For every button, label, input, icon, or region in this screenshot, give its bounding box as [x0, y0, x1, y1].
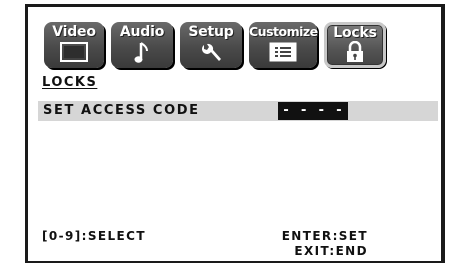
tab-customize[interactable]: Customize — [249, 22, 318, 68]
menu-screen: Video Audio Setup Customize Locks LOCKS … — [25, 4, 445, 263]
set-access-code-label: SET ACCESS CODE — [43, 103, 200, 118]
help-keys: ENTER:SET EXIT:END — [248, 229, 368, 259]
wrench-icon — [199, 42, 223, 68]
tab-locks[interactable]: Locks — [324, 22, 386, 68]
tab-video[interactable]: Video — [44, 22, 104, 68]
tab-audio[interactable]: Audio — [111, 22, 173, 68]
page-title: LOCKS — [42, 75, 98, 90]
music-note-icon — [134, 41, 150, 69]
list-icon — [269, 42, 297, 66]
tab-customize-label: Customize — [249, 24, 318, 39]
tab-audio-label: Audio — [119, 24, 165, 40]
help-select: [0-9]:SELECT — [42, 229, 146, 243]
tab-locks-label: Locks — [333, 25, 377, 41]
access-code-input[interactable]: - - - - — [278, 102, 348, 120]
set-access-code-row[interactable]: SET ACCESS CODE - - - - — [38, 101, 438, 121]
screen-icon — [60, 42, 88, 66]
tab-setup-label: Setup — [188, 24, 234, 40]
tab-setup[interactable]: Setup — [180, 22, 242, 68]
tab-video-label: Video — [52, 24, 96, 40]
padlock-icon — [345, 40, 365, 67]
help-enter: ENTER:SET — [281, 229, 368, 243]
help-exit: EXIT:END — [294, 244, 368, 258]
